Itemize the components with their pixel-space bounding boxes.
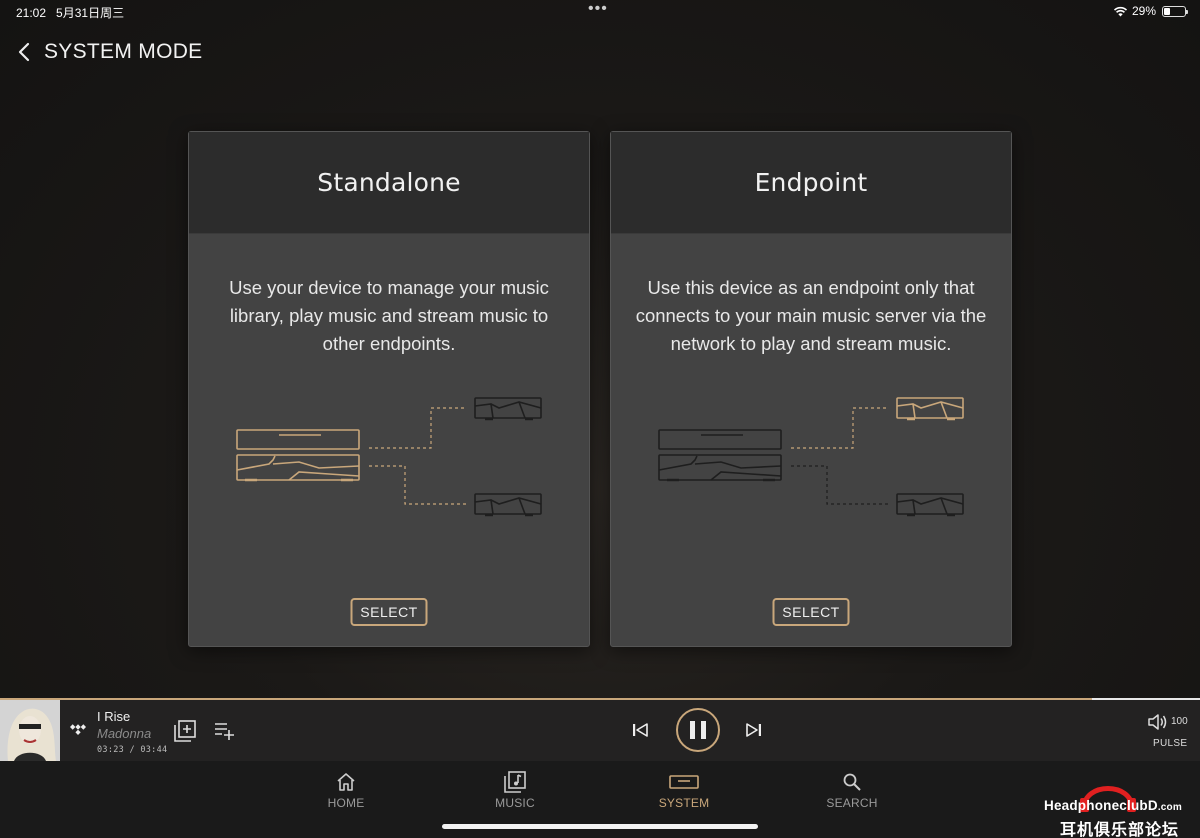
endpoint-diagram — [658, 397, 964, 517]
date: 5月31日周三 — [56, 6, 125, 20]
home-indicator[interactable] — [442, 824, 758, 829]
watermark-brand: HeadphoneclubD.com — [1044, 798, 1182, 813]
watermark-subtitle: 耳机俱乐部论坛 — [1060, 820, 1180, 838]
wifi-icon — [1113, 6, 1128, 16]
standalone-diagram — [236, 397, 542, 517]
main-device-highlight-icon — [236, 429, 360, 482]
endpoint-device-highlight-icon — [896, 397, 964, 421]
app-background — [0, 0, 1200, 698]
nav-label: SYSTEM — [658, 796, 710, 810]
add-to-library-icon[interactable] — [174, 720, 196, 742]
main-device-icon — [658, 429, 782, 482]
endpoint-device-icon — [896, 493, 964, 517]
track-time: 03:23 / 03:44 — [97, 745, 168, 755]
tidal-icon — [70, 724, 86, 735]
progress-remaining — [1092, 698, 1200, 700]
track-artist: Madonna — [97, 726, 152, 741]
home-icon — [337, 773, 355, 791]
watermark-name: HeadphoneclubD — [1044, 798, 1158, 813]
select-endpoint-button[interactable]: SELECT — [772, 598, 850, 626]
endpoint-device-icon — [474, 493, 542, 517]
nav-music[interactable]: MUSIC — [475, 771, 555, 810]
clock: 21:02 — [16, 6, 47, 20]
watermark-domain: .com — [1157, 802, 1182, 813]
search-icon — [843, 773, 861, 791]
volume-icon[interactable] — [1147, 713, 1169, 731]
standalone-card: Standalone Use your device to manage you… — [188, 131, 590, 647]
track-title: I Rise — [97, 709, 131, 724]
nav-search[interactable]: SEARCH — [812, 771, 892, 810]
previous-track-icon[interactable] — [631, 722, 649, 738]
system-icon — [669, 775, 699, 789]
battery-percent: 29% — [1131, 4, 1156, 18]
album-art[interactable] — [0, 700, 60, 761]
endpoint-device-icon — [474, 397, 542, 421]
endpoint-card: Endpoint Use this device as an endpoint … — [610, 131, 1012, 647]
back-icon[interactable] — [14, 38, 34, 66]
pause-icon — [690, 721, 706, 739]
card-title: Standalone — [189, 132, 589, 234]
music-icon — [504, 771, 526, 793]
page-header: SYSTEM MODE — [14, 38, 202, 66]
select-standalone-button[interactable]: SELECT — [350, 598, 428, 626]
nav-label: HOME — [327, 796, 365, 810]
next-track-icon[interactable] — [745, 722, 763, 738]
add-to-queue-icon[interactable] — [214, 722, 236, 740]
card-description: Use your device to manage your music lib… — [229, 277, 549, 354]
battery-icon — [1162, 5, 1188, 17]
page-title: SYSTEM MODE — [44, 40, 203, 63]
nav-label: SEARCH — [826, 796, 878, 810]
status-bar: 21:02 5月31日周三 ••• 29% — [0, 0, 1200, 24]
status-time: 21:02 5月31日周三 — [16, 4, 124, 21]
card-title: Endpoint — [611, 132, 1011, 234]
multitask-dots-icon[interactable]: ••• — [588, 0, 608, 18]
card-description: Use this device as an endpoint only that… — [635, 277, 987, 354]
status-indicators: 29% — [1113, 4, 1188, 18]
volume-level: 100 — [1171, 716, 1188, 727]
nav-system[interactable]: SYSTEM — [644, 771, 724, 810]
output-device[interactable]: PULSE — [1153, 738, 1187, 749]
pause-button[interactable] — [676, 708, 720, 752]
now-playing-bar: I Rise Madonna 03:23 / 03:44 100 PULSE — [0, 698, 1200, 761]
nav-home[interactable]: HOME — [306, 771, 386, 810]
watermark: HeadphoneclubD.com 耳机俱乐部论坛 — [1040, 772, 1200, 838]
nav-label: MUSIC — [495, 796, 535, 810]
